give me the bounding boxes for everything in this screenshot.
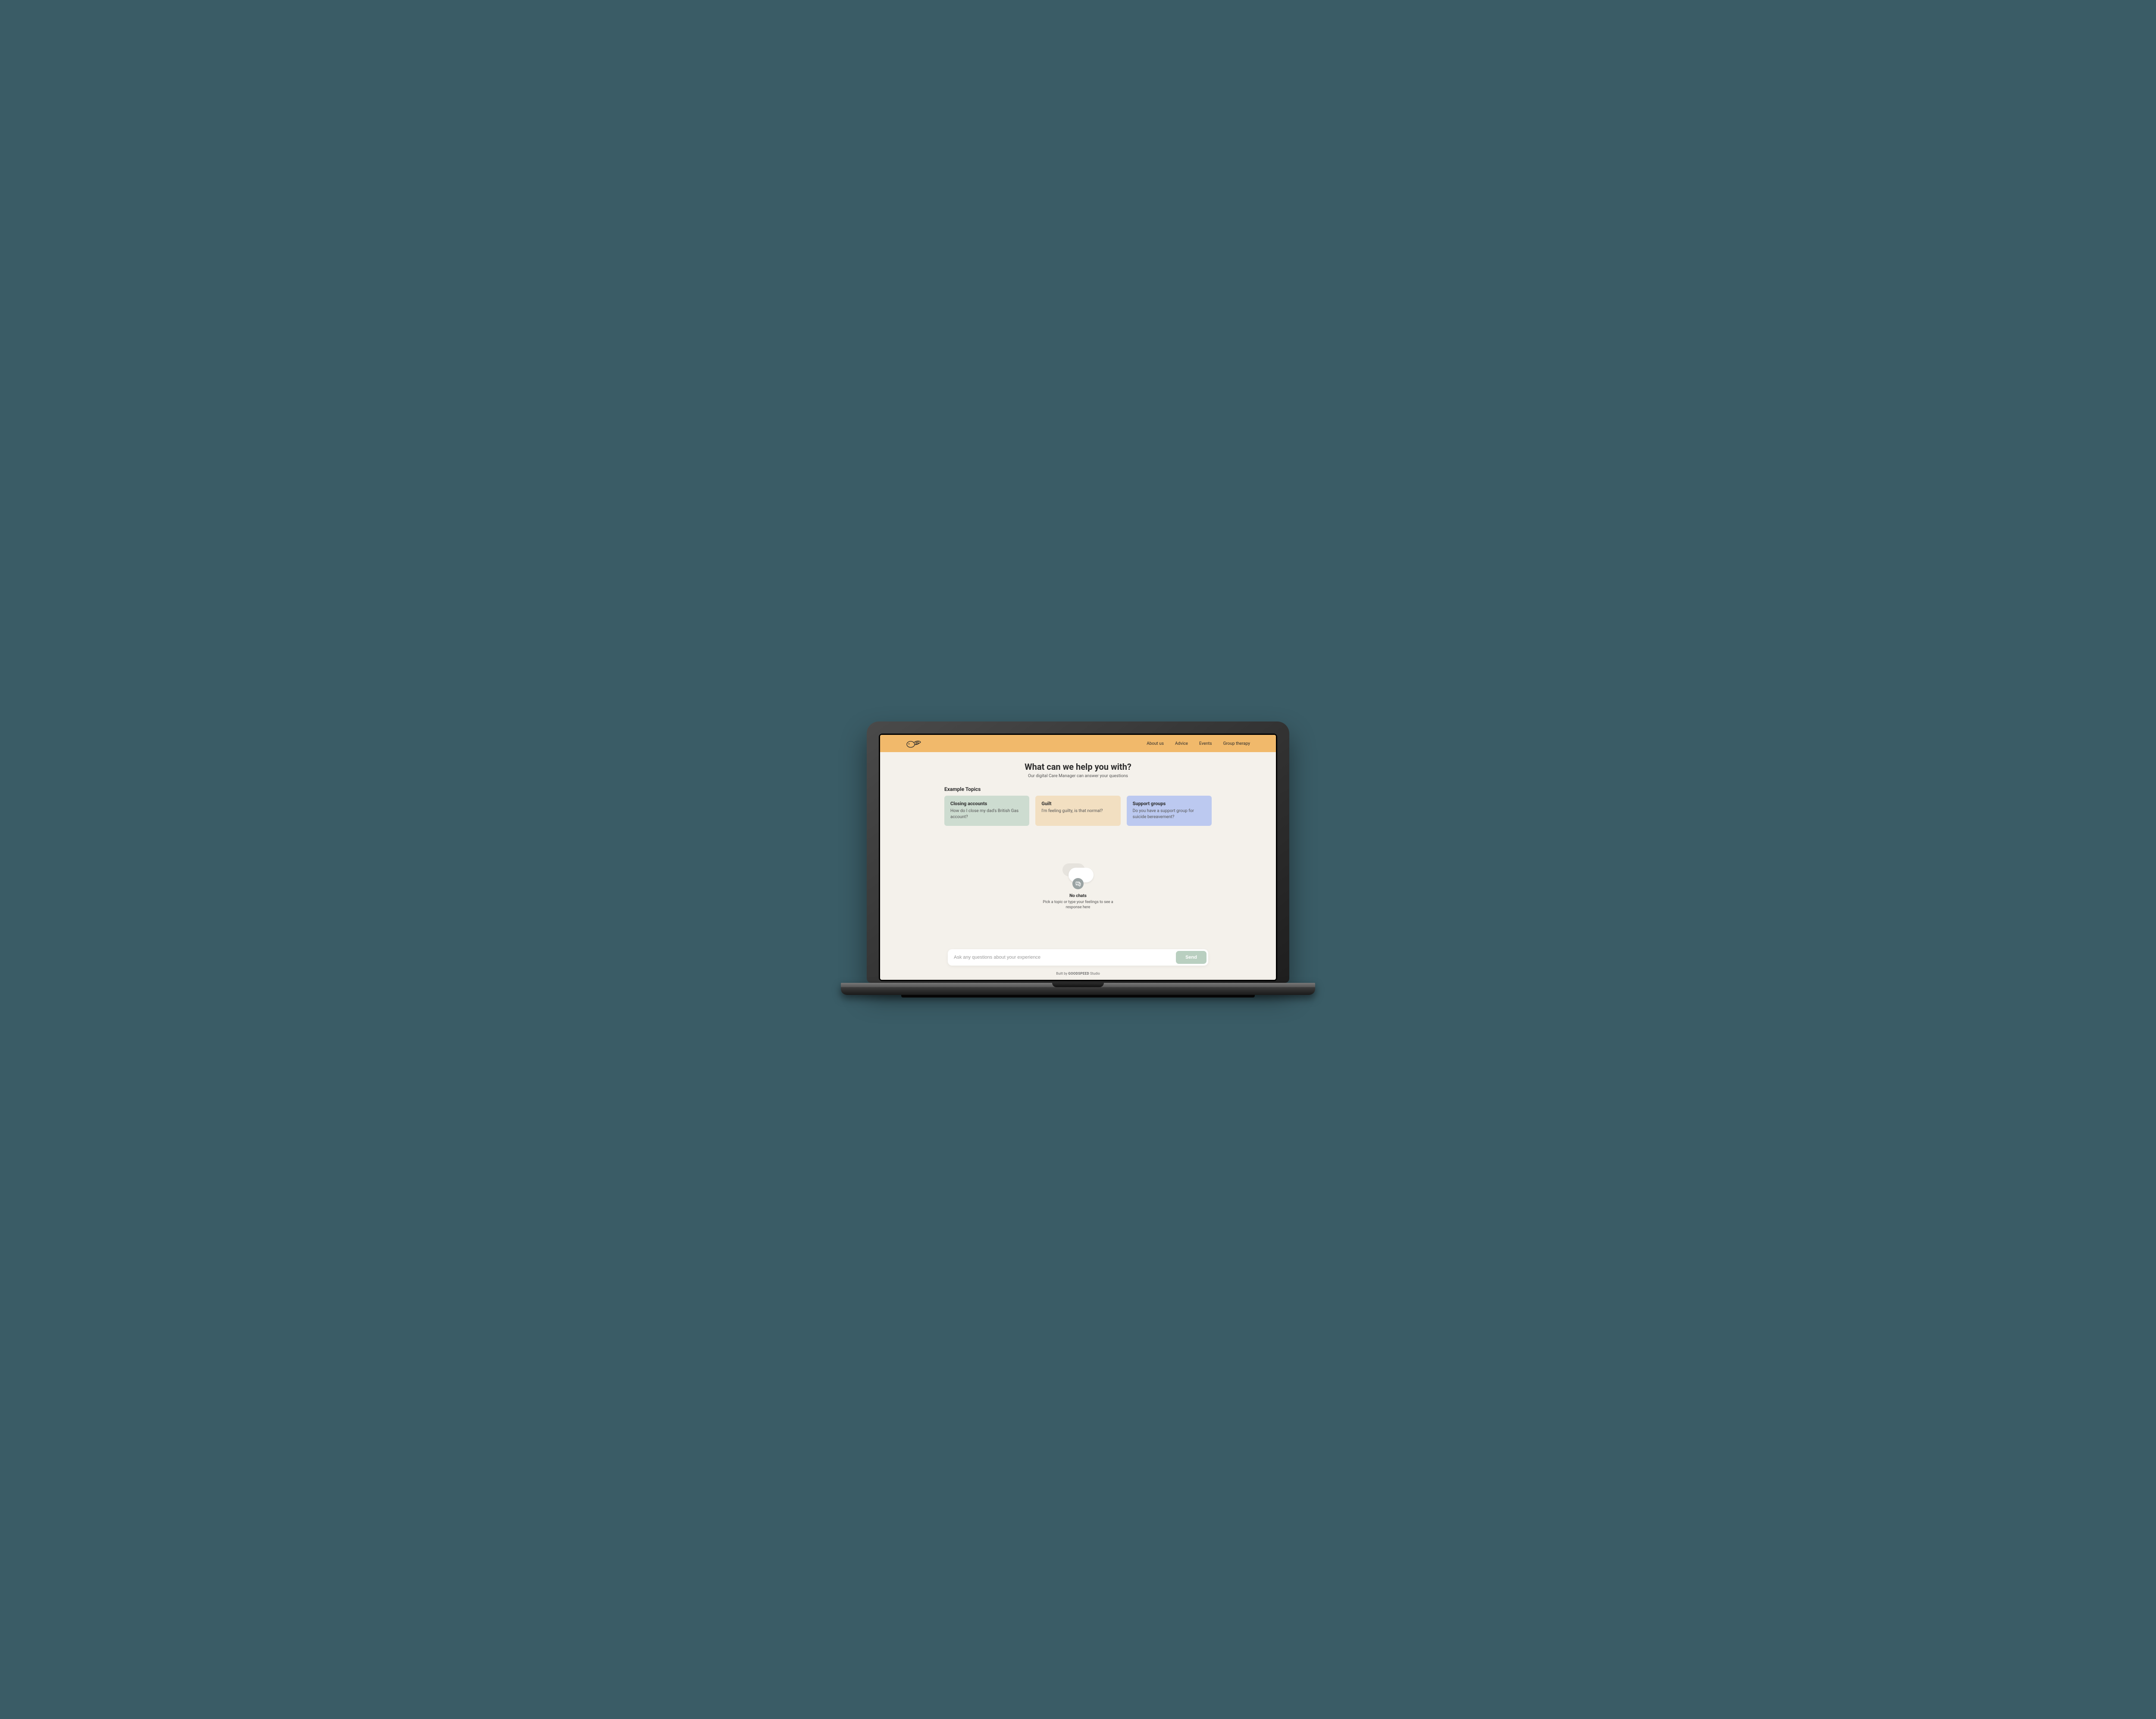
topic-card-desc: How do I close my dad's British Gas acco…	[950, 808, 1023, 820]
laptop-lid: About us Advice Events Group therapy Wha…	[867, 721, 1289, 983]
top-nav: About us Advice Events Group therapy	[880, 735, 1276, 752]
nav-links: About us Advice Events Group therapy	[1147, 741, 1250, 746]
page-subtitle: Our digital Care Manager can answer your…	[1025, 774, 1131, 778]
empty-state-title: No chats	[1069, 894, 1087, 898]
example-topics-heading: Example Topics	[944, 786, 1212, 792]
empty-state: No chats Pick a topic or type your feeli…	[944, 826, 1212, 946]
page-body: What can we help you with? Our digital C…	[880, 752, 1276, 980]
message-input[interactable]	[954, 955, 1172, 960]
app-root: About us Advice Events Group therapy Wha…	[880, 735, 1276, 980]
footer-credit: Built by GOODSPEED Studio	[944, 969, 1212, 980]
hero: What can we help you with? Our digital C…	[1016, 752, 1140, 782]
composer-wrap: Send	[944, 946, 1212, 969]
topic-card-title: Closing accounts	[950, 801, 1023, 806]
footer-prefix: Built by	[1056, 972, 1068, 976]
topic-card-closing-accounts[interactable]: Closing accounts How do I close my dad's…	[944, 796, 1029, 826]
brand-logo-icon	[906, 739, 921, 748]
send-button[interactable]: Send	[1176, 951, 1206, 964]
topic-cards: Closing accounts How do I close my dad's…	[944, 796, 1212, 826]
laptop-notch	[1052, 983, 1104, 987]
cloud-illustration	[1061, 862, 1095, 889]
laptop-screen: About us Advice Events Group therapy Wha…	[880, 735, 1276, 980]
laptop-mockup: About us Advice Events Group therapy Wha…	[867, 721, 1289, 998]
laptop-base	[841, 983, 1315, 995]
footer-suffix: Studio	[1089, 972, 1100, 976]
chat-bubble-icon	[1072, 878, 1084, 889]
topic-card-desc: Do you have a support group for suicide …	[1133, 808, 1206, 820]
footer-brand: GOODSPEED	[1068, 972, 1089, 976]
nav-group-therapy[interactable]: Group therapy	[1223, 741, 1250, 746]
empty-state-subtitle: Pick a topic or type your feelings to se…	[1039, 900, 1117, 910]
topic-card-title: Support groups	[1133, 801, 1206, 806]
topic-card-guilt[interactable]: Guilt I'm feeling guilty, is that normal…	[1035, 796, 1120, 826]
nav-about-us[interactable]: About us	[1147, 741, 1164, 746]
topic-card-desc: I'm feeling guilty, is that normal?	[1041, 808, 1114, 814]
nav-events[interactable]: Events	[1199, 741, 1212, 746]
topic-card-support-groups[interactable]: Support groups Do you have a support gro…	[1127, 796, 1212, 826]
laptop-feet	[901, 995, 1255, 998]
page-title: What can we help you with?	[1025, 762, 1131, 772]
nav-advice[interactable]: Advice	[1175, 741, 1188, 746]
content-column: Example Topics Closing accounts How do I…	[944, 782, 1212, 980]
laptop-bezel: About us Advice Events Group therapy Wha…	[879, 734, 1277, 981]
topic-card-title: Guilt	[1041, 801, 1114, 806]
composer: Send	[948, 949, 1208, 966]
